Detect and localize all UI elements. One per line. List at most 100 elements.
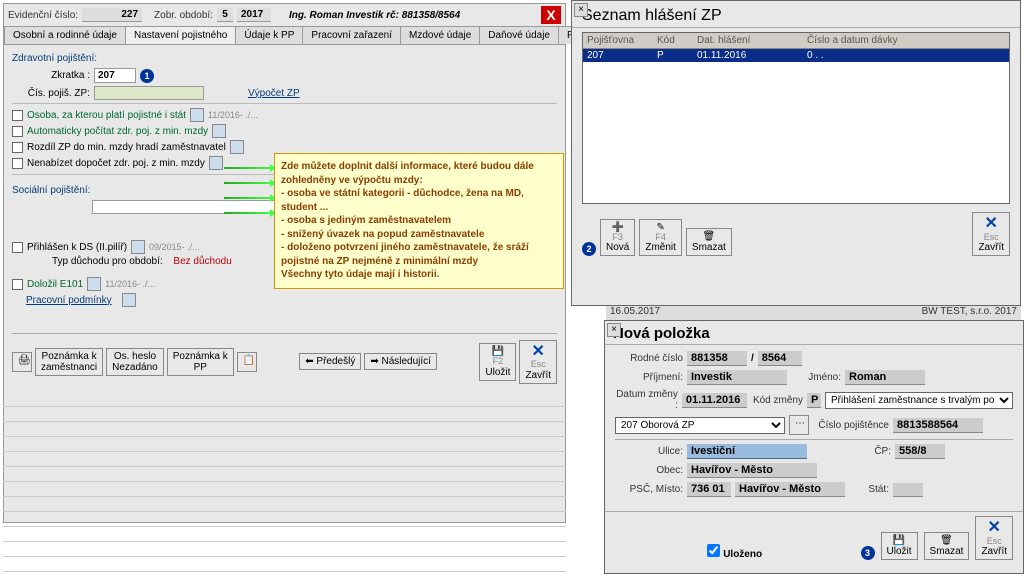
tab-work[interactable]: Pracovní zařazení <box>302 26 401 44</box>
cis-input[interactable] <box>94 86 204 100</box>
chk-ds[interactable] <box>12 242 23 253</box>
history-icon[interactable] <box>190 108 204 122</box>
new-item-panel: × Nová položka Rodné číslo881358/8564 Př… <box>604 320 1024 574</box>
ulice-value[interactable]: Ivestiční <box>687 444 807 459</box>
history-icon[interactable] <box>131 240 145 254</box>
period-label: Zobr. období: <box>154 10 213 21</box>
panel-close-icon[interactable]: × <box>574 3 588 17</box>
save-button[interactable]: 💾F2Uložit <box>479 343 516 381</box>
history-icon[interactable] <box>212 124 226 138</box>
tip-l3: - osoba s jediným zaměstnavatelem <box>281 215 451 226</box>
chk-1-label: Osoba, za kterou platí pojistné i stát <box>27 110 186 121</box>
rb-save-button[interactable]: 💾Uložit <box>881 532 918 560</box>
cis-label: Čís. pojiš. ZP: <box>12 88 90 99</box>
cp-label: Číslo pojištěnce <box>813 420 889 431</box>
tip-l1: Zde můžete doplnit další informace, kter… <box>281 161 534 186</box>
chk-4-label: Nenabízet dopočet zdr. poj. z min. mzdy <box>27 158 205 169</box>
edit-button[interactable]: ✎F4Změnit <box>639 219 682 257</box>
tab-personal[interactable]: Osobní a rodinné údaje <box>4 26 126 44</box>
history-icon[interactable] <box>122 293 136 307</box>
evid-value: 227 <box>82 8 142 22</box>
panel-close-icon[interactable]: × <box>607 323 621 337</box>
zkratka-label: Zkratka : <box>12 70 90 81</box>
zkratka-value[interactable]: 207 <box>94 68 136 83</box>
note-pp-button[interactable]: Poznámka k PP <box>167 348 234 376</box>
podminky-link[interactable]: Pracovní podmínky <box>26 295 112 306</box>
obec-label: Obec: <box>615 465 683 476</box>
prijmeni-label: Příjmení: <box>615 372 683 383</box>
period-month[interactable]: 5 <box>217 8 233 22</box>
close-rt-button[interactable]: ✕EscZavřít <box>972 212 1010 256</box>
chk-1-date: 11/2016- ./... <box>208 110 258 120</box>
cp-value: 8813588564 <box>893 418 983 433</box>
new-button[interactable]: ➕F3Nová <box>600 219 635 257</box>
tip-l2: - osoba ve státní kategorii - důchodce, … <box>281 188 524 213</box>
rt-buttons: 2 ➕F3Nová ✎F4Změnit 🗑Smazat ✕EscZavřít <box>572 208 1020 260</box>
note-emp-button[interactable]: Poznámka k zaměstnanci <box>35 348 103 376</box>
arrow-3 <box>224 197 274 199</box>
history-icon[interactable] <box>87 277 101 291</box>
period-year[interactable]: 2017 <box>237 8 271 22</box>
tab-tax[interactable]: Daňové údaje <box>479 26 559 44</box>
chk-e101[interactable] <box>12 279 23 290</box>
kod-value[interactable]: P <box>807 393 821 408</box>
badge-2: 2 <box>582 242 596 256</box>
chk-4[interactable] <box>12 158 23 169</box>
delete-button[interactable]: 🗑Smazat <box>686 228 732 256</box>
zp-list-title: Seznam hlášení ZP <box>572 1 1020 28</box>
misto-value[interactable]: Havířov - Město <box>735 482 845 497</box>
chk-2[interactable] <box>12 126 23 137</box>
tab-wage[interactable]: Mzdové údaje <box>400 26 480 44</box>
rb-close-button[interactable]: ✕EscZavřít <box>975 516 1013 560</box>
ulozeno-check[interactable] <box>707 544 720 557</box>
rb-delete-button[interactable]: 🗑Smazat <box>924 532 970 560</box>
print-icon[interactable]: 🖨 <box>12 352 32 372</box>
status-firm: BW TEST, s.r.o. 2017 <box>922 306 1017 320</box>
evid-label: Evidenční číslo: <box>8 10 78 21</box>
tab-insurance[interactable]: Nastavení pojistného <box>125 26 236 44</box>
arrow-1 <box>224 167 274 169</box>
vypocet-link[interactable]: Výpočet ZP <box>248 88 300 99</box>
tab-pp[interactable]: Údaje k PP <box>235 26 303 44</box>
zp-title: Zdravotní pojištění: <box>12 53 557 64</box>
tip-l5: - doloženo potvrzení jiného zaměstnavate… <box>281 242 529 267</box>
zp-list-panel: × Seznam hlášení ZP Pojišťovna Kód Dat. … <box>571 0 1021 306</box>
header: Evidenční číslo: 227 Zobr. období: 5 201… <box>4 4 565 26</box>
kod-label: Kód změny <box>751 395 803 406</box>
zp-listbox[interactable]: Pojišťovna Kód Dat. hlášení Číslo a datu… <box>582 32 1010 204</box>
close-icon[interactable]: X <box>541 6 561 24</box>
datum-value[interactable]: 01.11.2016 <box>682 393 747 408</box>
col-pojistovna: Pojišťovna <box>583 33 653 48</box>
lookup-icon[interactable]: ⋯ <box>789 415 809 435</box>
obec-value[interactable]: Havířov - Město <box>687 463 817 478</box>
psc-label: PSČ, Místo: <box>615 484 683 495</box>
stat-value[interactable] <box>893 483 923 497</box>
prev-button[interactable]: ⬅ Předešlý <box>299 353 361 370</box>
password-button[interactable]: Os. heslo Nezadáno <box>106 348 164 376</box>
stat-label: Stát: <box>849 484 889 495</box>
tip-l6: Všechny tyto údaje mají i historii. <box>281 269 439 280</box>
cp-num-value[interactable]: 558/8 <box>895 444 945 459</box>
list-row[interactable]: 207 P 01.11.2016 0 . . <box>583 49 1009 62</box>
next-button[interactable]: ➡ Následující <box>364 353 437 370</box>
badge-1: 1 <box>140 69 154 83</box>
history-icon[interactable] <box>230 140 244 154</box>
button-bar: 🖨 Poznámka k zaměstnanci Os. heslo Nezad… <box>12 333 557 384</box>
chk-1[interactable] <box>12 110 23 121</box>
psc-value[interactable]: 736 01 <box>687 482 731 497</box>
tabs: Osobní a rodinné údaje Nastavení pojistn… <box>4 26 565 45</box>
col-kod: Kód <box>653 33 693 48</box>
cp-num-label: ČP: <box>811 446 891 457</box>
history-icon[interactable] <box>209 156 223 170</box>
chk-3[interactable] <box>12 142 23 153</box>
kod-select[interactable]: Přihlášení zaměstnance s trvalým po <box>825 392 1013 409</box>
list-icon[interactable]: 📋 <box>237 352 257 372</box>
rc1-value: 881358 <box>687 351 747 366</box>
datum-label: Datum změny : <box>615 389 678 411</box>
col-cislo: Číslo a datum dávky <box>803 33 1009 48</box>
tip-l4: - snížený úvazek na popud zaměstnavatele <box>281 229 484 240</box>
jmeno-label: Jméno: <box>791 372 841 383</box>
tooltip: Zde můžete doplnit další informace, kter… <box>274 153 564 289</box>
close-button[interactable]: ✕EscZavřít <box>519 340 557 384</box>
zp-select[interactable]: 207 Oborová ZP <box>615 417 785 434</box>
